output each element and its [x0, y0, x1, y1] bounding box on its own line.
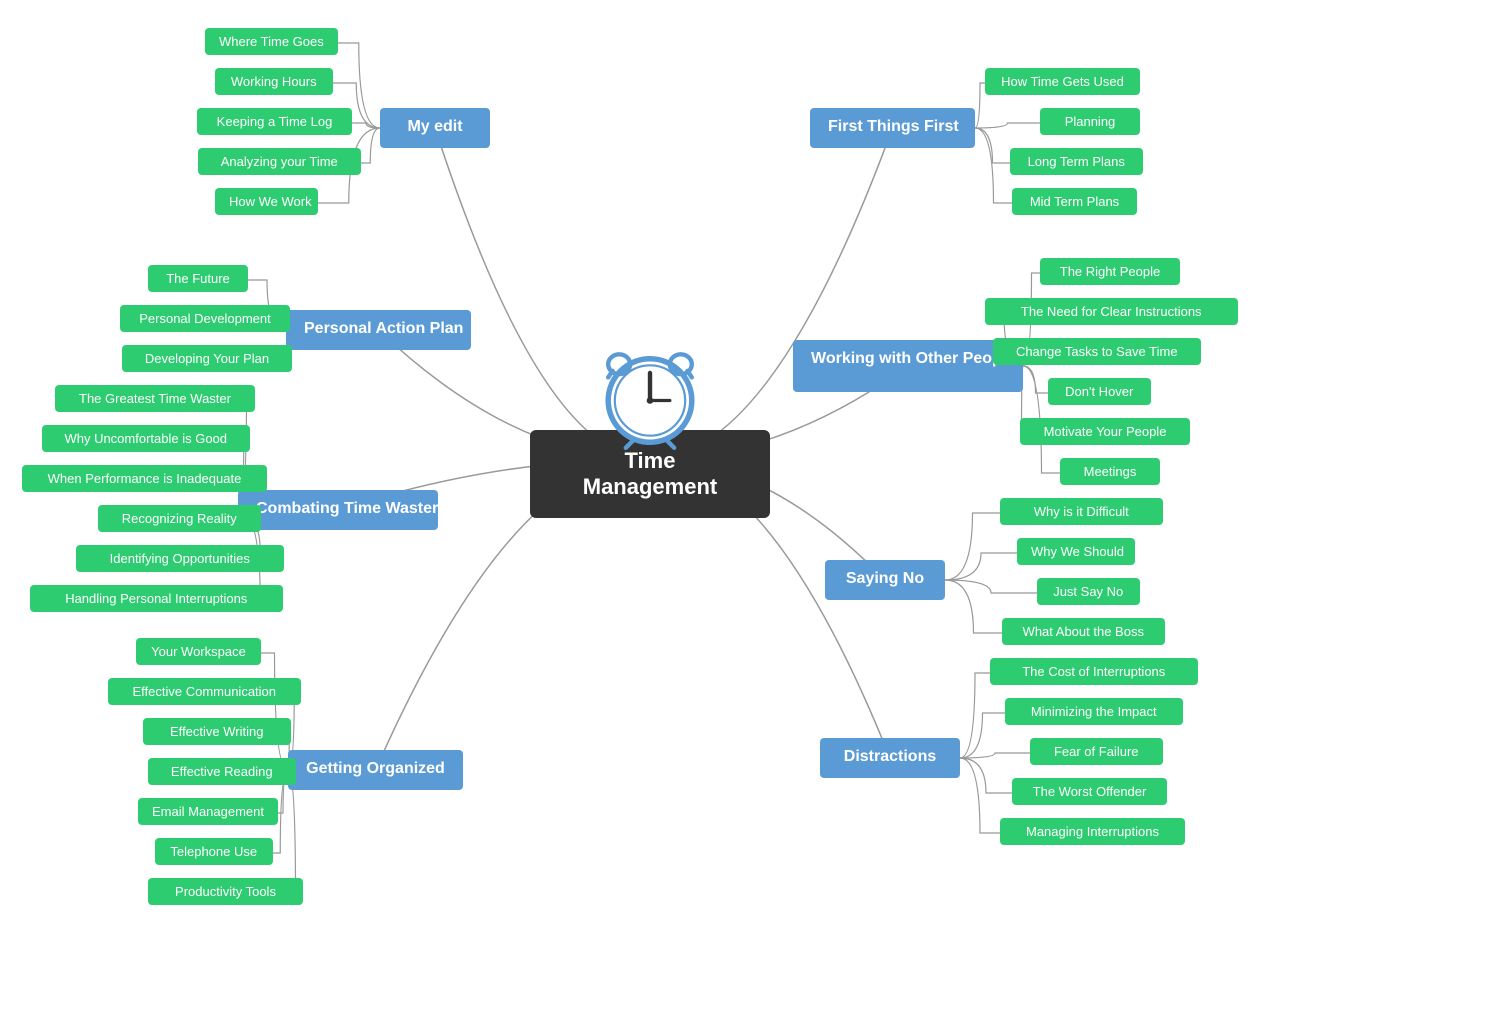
leaf-node: Meetings	[1060, 458, 1160, 485]
leaf-node: What About the Boss	[1002, 618, 1165, 645]
leaf-node: Effective Communication	[108, 678, 301, 705]
leaf-node: Where Time Goes	[205, 28, 338, 55]
leaf-node: Productivity Tools	[148, 878, 303, 905]
leaf-node: Motivate Your People	[1020, 418, 1190, 445]
leaf-node: Effective Writing	[143, 718, 291, 745]
leaf-node: How We Work	[215, 188, 318, 215]
leaf-node: Fear of Failure	[1030, 738, 1163, 765]
leaf-node: The Need for Clear Instructions	[985, 298, 1238, 325]
leaf-node: Keeping a Time Log	[197, 108, 352, 135]
branch-node-getting-organized: Getting Organized	[288, 750, 463, 790]
leaf-node: Why is it Difficult	[1000, 498, 1163, 525]
leaf-node: The Greatest Time Waster	[55, 385, 255, 412]
leaf-node: Managing Interruptions	[1000, 818, 1185, 845]
branch-node-working-with-other-people: Working with Other People	[793, 340, 1023, 392]
branch-node-distractions: Distractions	[820, 738, 960, 778]
leaf-node: Identifying Opportunities	[76, 545, 284, 572]
leaf-node: Minimizing the Impact	[1005, 698, 1183, 725]
branch-node-personal-action-plan: Personal Action Plan	[286, 310, 471, 350]
leaf-node: When Performance is Inadequate	[22, 465, 267, 492]
leaf-node: Developing Your Plan	[122, 345, 292, 372]
center-label: Time Management	[583, 448, 717, 499]
leaf-node: Planning	[1040, 108, 1140, 135]
leaf-node: Mid Term Plans	[1012, 188, 1137, 215]
leaf-node: Just Say No	[1037, 578, 1140, 605]
branch-node-first-things-first: First Things First	[810, 108, 975, 148]
leaf-node: Effective Reading	[148, 758, 296, 785]
leaf-node: Telephone Use	[155, 838, 273, 865]
clock-icon	[595, 340, 705, 450]
leaf-node: Recognizing Reality	[98, 505, 261, 532]
leaf-node: Why We Should	[1017, 538, 1135, 565]
leaf-node: Personal Development	[120, 305, 290, 332]
leaf-node: Analyzing your Time	[198, 148, 361, 175]
leaf-node: The Cost of Interruptions	[990, 658, 1198, 685]
leaf-node: Email Management	[138, 798, 278, 825]
branch-node-combating-time-wasters: Combating Time Wasters	[238, 490, 438, 530]
leaf-node: Don't Hover	[1048, 378, 1151, 405]
leaf-node: The Future	[148, 265, 248, 292]
leaf-node: The Right People	[1040, 258, 1180, 285]
leaf-node: Why Uncomfortable is Good	[42, 425, 250, 452]
leaf-node: Working Hours	[215, 68, 333, 95]
leaf-node: Long Term Plans	[1010, 148, 1143, 175]
leaf-node: Change Tasks to Save Time	[993, 338, 1201, 365]
leaf-node: Handling Personal Interruptions	[30, 585, 283, 612]
leaf-node: How Time Gets Used	[985, 68, 1140, 95]
branch-node-my-edit: My edit	[380, 108, 490, 148]
leaf-node: Your Workspace	[136, 638, 261, 665]
mind-map: Time Management My edit Where Time Goes Wo…	[0, 0, 1498, 1015]
leaf-node: The Worst Offender	[1012, 778, 1167, 805]
branch-node-saying-no: Saying No	[825, 560, 945, 600]
